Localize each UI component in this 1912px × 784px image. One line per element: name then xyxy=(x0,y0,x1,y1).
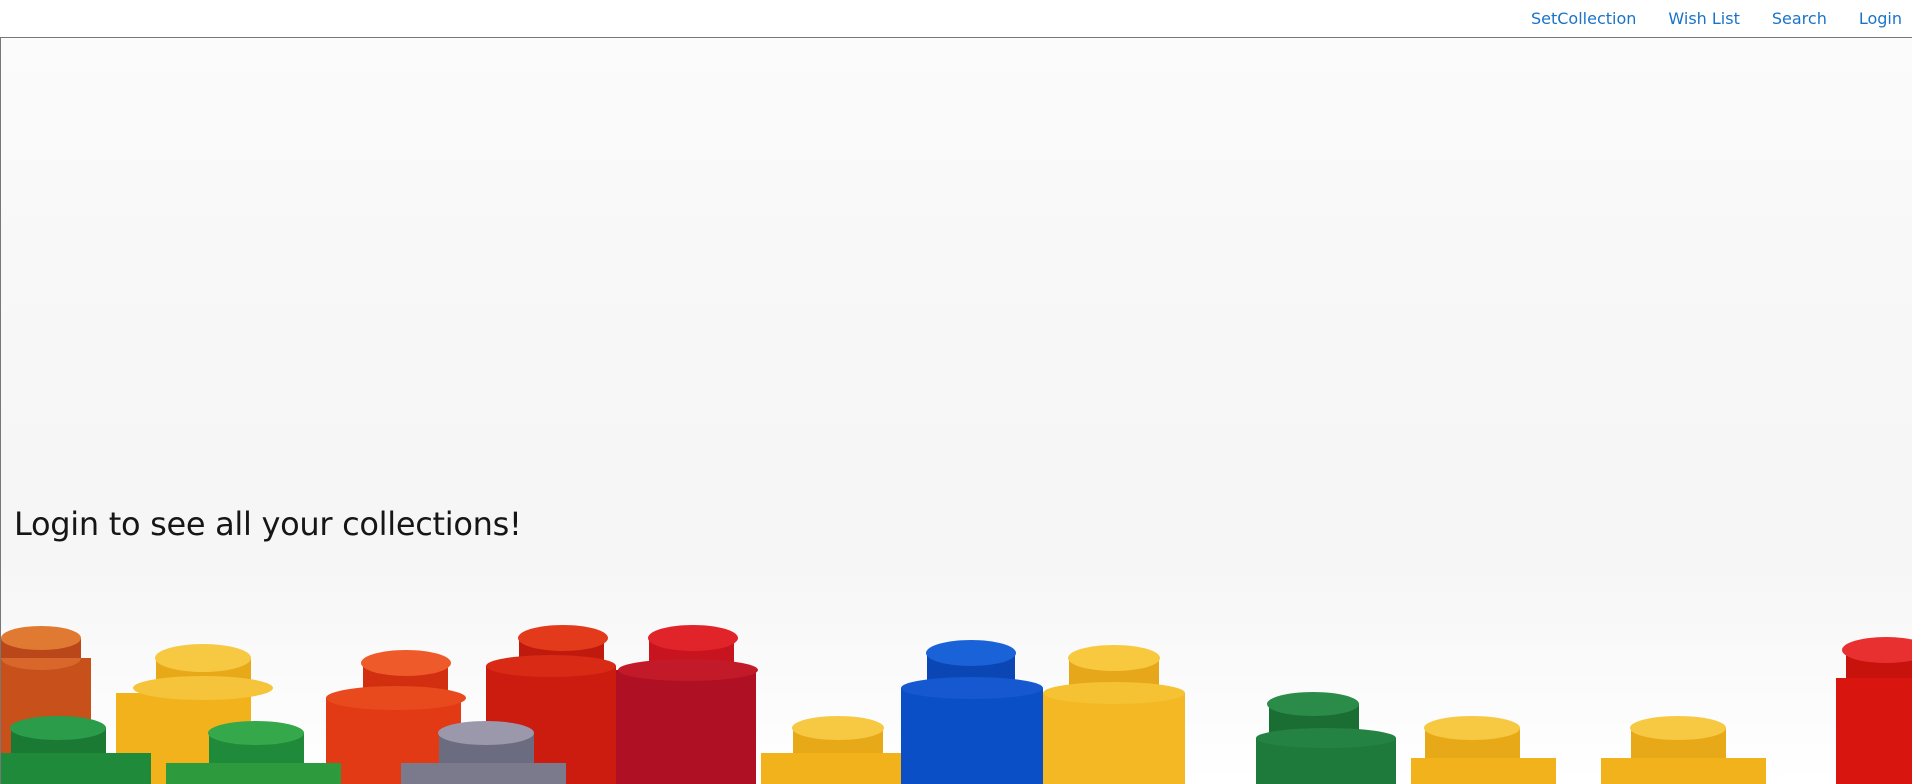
brick-red-far-right xyxy=(1836,637,1912,784)
nav-link-login[interactable]: Login xyxy=(1859,9,1902,28)
brick-yellow-right-2 xyxy=(1601,716,1766,784)
nav-links: SetCollection Wish List Search Login xyxy=(1531,9,1902,28)
brick-yellow-small xyxy=(761,716,901,784)
nav-link-search[interactable]: Search xyxy=(1772,9,1827,28)
hero-banner: Login to see all your collections! xyxy=(0,38,1912,784)
login-prompt-heading: Login to see all your collections! xyxy=(14,505,522,543)
nav-link-setcollection[interactable]: SetCollection xyxy=(1531,9,1636,28)
brick-green-right xyxy=(1256,692,1396,784)
brick-blue xyxy=(901,640,1043,784)
nav-link-wish-list[interactable]: Wish List xyxy=(1668,9,1739,28)
brick-yellow-mid xyxy=(1043,645,1185,784)
top-navbar: SetCollection Wish List Search Login xyxy=(0,0,1912,38)
lego-bricks-image xyxy=(1,625,1912,784)
brick-yellow-right-1 xyxy=(1411,716,1556,784)
brick-red-front xyxy=(616,625,758,784)
